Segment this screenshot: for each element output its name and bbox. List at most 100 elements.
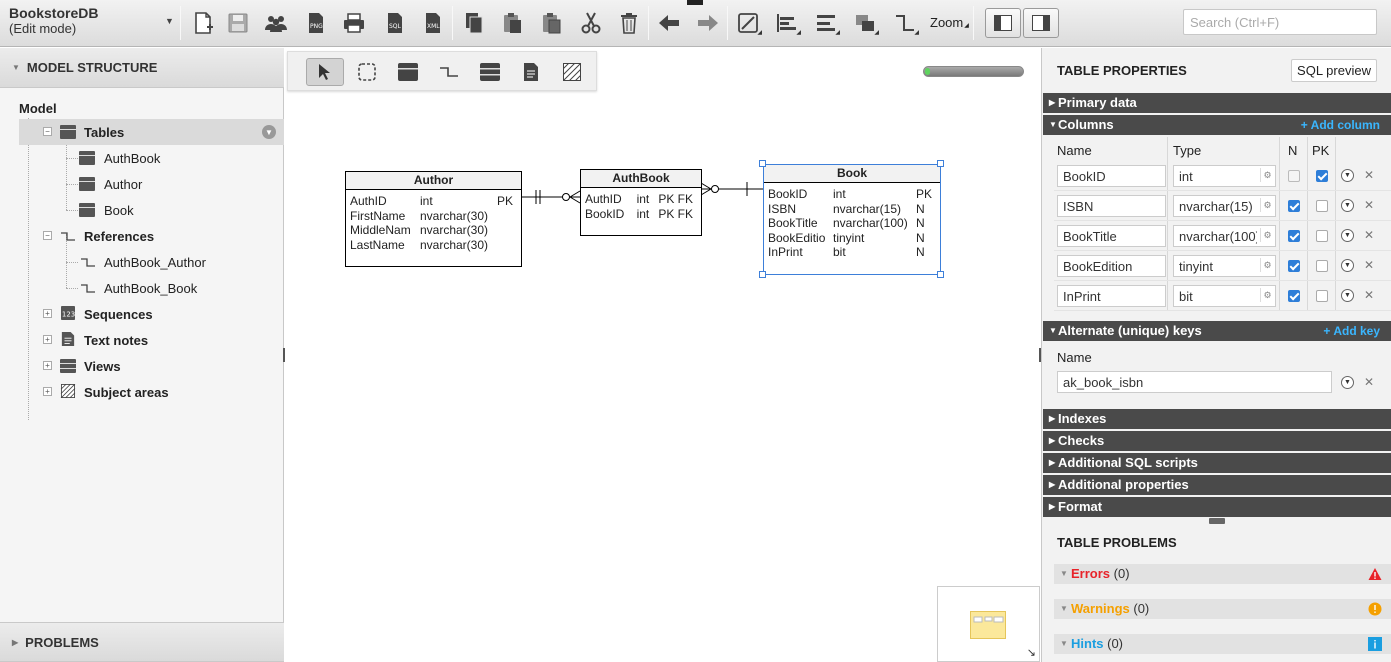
model-structure-header[interactable]: ▼ MODEL STRUCTURE [0,48,284,88]
tree-item-model[interactable]: Model [0,95,284,121]
primary-key-checkbox[interactable] [1316,260,1328,272]
print-icon[interactable] [340,9,368,37]
remove-column-icon[interactable]: ✕ [1364,258,1374,272]
nullable-checkbox[interactable] [1288,290,1300,302]
tree-item-table-book[interactable]: Book [0,197,284,223]
tree-item-table-author[interactable]: Author [0,171,284,197]
png-export-icon[interactable]: PNG [302,9,330,37]
alt-key-menu-chevron-icon[interactable]: ▼ [1341,376,1354,389]
align-icon[interactable]: ◢ [773,9,801,37]
section-primary-data[interactable]: ▶ Primary data [1043,93,1391,113]
resize-handle-sw[interactable] [759,271,766,278]
diagram-canvas[interactable]: Author AuthID int PK FirstName nvarchar(30)… [285,48,1040,662]
redo-arrow-icon[interactable] [694,9,722,37]
column-menu-chevron-icon[interactable]: ▼ [1341,169,1354,182]
model-menu-chevron-icon[interactable]: ▼ [165,16,174,26]
tree-item-references[interactable]: − References [0,223,284,249]
minimap[interactable]: ↘ [937,586,1040,662]
tree-item-views[interactable]: + Views [0,353,284,379]
entity-authbook[interactable]: AuthBook AuthID int PK FK BookID int PK FK [580,169,702,236]
remove-column-icon[interactable]: ✕ [1364,198,1374,212]
delete-icon[interactable] [615,9,643,37]
add-column-link[interactable]: + Add column [1301,115,1380,135]
column-name-input[interactable] [1057,255,1166,277]
users-icon[interactable] [262,9,290,37]
nullable-checkbox[interactable] [1288,260,1300,272]
section-format[interactable]: ▶ Format [1043,497,1391,517]
resize-handle-ne[interactable] [937,160,944,167]
tree-item-subject-areas[interactable]: + Subject areas [0,379,284,405]
remove-column-icon[interactable]: ✕ [1364,168,1374,182]
column-menu-chevron-icon[interactable]: ▼ [1341,259,1354,272]
entity-book[interactable]: Book BookID int PK ISBN nvarchar(15) N BookT… [763,164,941,275]
paste-special-icon[interactable] [537,9,565,37]
section-additional-properties[interactable]: ▶ Additional properties [1043,475,1391,495]
expand-icon[interactable]: + [43,309,52,318]
type-settings-gear-icon[interactable]: ⚙ [1260,168,1274,182]
minimap-resize-arrow-icon[interactable]: ↘ [1027,646,1036,659]
nullable-checkbox[interactable] [1288,170,1300,182]
expand-icon[interactable]: + [43,361,52,370]
paste-icon[interactable] [498,9,526,37]
primary-key-checkbox[interactable] [1316,200,1328,212]
zoom-button[interactable]: Zoom◢ [930,15,969,30]
distribute-icon[interactable]: ◢ [812,9,840,37]
type-settings-gear-icon[interactable]: ⚙ [1260,198,1274,212]
tree-item-text-notes[interactable]: + Text notes [0,327,284,353]
section-columns[interactable]: ▼ Columns + Add column [1043,115,1391,135]
undo-arrow-icon[interactable] [655,9,683,37]
add-key-link[interactable]: + Add key [1323,321,1380,341]
sql-export-icon[interactable]: SQL [381,9,409,37]
column-name-input[interactable] [1057,225,1166,247]
remove-column-icon[interactable]: ✕ [1364,228,1374,242]
problems-hints-row[interactable]: ▼ Hints (0) [1054,634,1391,654]
primary-key-checkbox[interactable] [1316,230,1328,242]
section-indexes[interactable]: ▶ Indexes [1043,409,1391,429]
edit-line-icon[interactable]: ◢ [734,9,762,37]
collapse-icon[interactable]: − [43,231,52,240]
section-additional-sql[interactable]: ▶ Additional SQL scripts [1043,453,1391,473]
column-name-input[interactable] [1057,285,1166,307]
tree-item-reference-authbook-book[interactable]: AuthBook_Book [0,275,284,301]
column-menu-chevron-icon[interactable]: ▼ [1341,199,1354,212]
column-name-input[interactable] [1057,195,1166,217]
remove-alt-key-icon[interactable]: ✕ [1364,375,1374,389]
arrange-icon[interactable]: ◢ [851,9,879,37]
collapse-icon[interactable]: − [43,127,52,136]
primary-key-checkbox[interactable] [1316,170,1328,182]
xml-export-icon[interactable]: XML [419,9,447,37]
type-settings-gear-icon[interactable]: ⚙ [1260,228,1274,242]
copy-icon[interactable] [460,9,488,37]
column-menu-chevron-icon[interactable]: ▼ [1341,289,1354,302]
search-input[interactable] [1183,9,1377,35]
nullable-checkbox[interactable] [1288,200,1300,212]
minimap-viewport[interactable] [970,611,1006,639]
type-settings-gear-icon[interactable]: ⚙ [1260,288,1274,302]
save-icon[interactable] [224,9,252,37]
section-checks[interactable]: ▶ Checks [1043,431,1391,451]
tree-item-sequences[interactable]: + 123 Sequences [0,301,284,327]
expand-icon[interactable]: + [43,387,52,396]
alt-key-name-input[interactable] [1057,371,1332,393]
layout-left-button[interactable] [985,8,1021,38]
tree-item-table-authbook[interactable]: AuthBook [0,145,284,171]
primary-key-checkbox[interactable] [1316,290,1328,302]
column-menu-chevron-icon[interactable]: ▼ [1341,229,1354,242]
panel-splitter-handle[interactable] [1209,518,1225,524]
section-alternate-keys[interactable]: ▼ Alternate (unique) keys + Add key [1043,321,1391,341]
entity-author[interactable]: Author AuthID int PK FirstName nvarchar(30)… [345,171,522,267]
tree-item-reference-authbook-author[interactable]: AuthBook_Author [0,249,284,275]
problems-header[interactable]: ▶ PROBLEMS [0,622,284,662]
connector-icon[interactable]: ◢ [891,9,919,37]
tables-menu-chevron-icon[interactable]: ▼ [262,125,276,139]
type-settings-gear-icon[interactable]: ⚙ [1260,258,1274,272]
problems-errors-row[interactable]: ▼ Errors (0) [1054,564,1391,584]
new-document-icon[interactable] [189,9,217,37]
cut-icon[interactable] [577,9,605,37]
tree-item-tables[interactable]: − Tables ▼ [19,119,284,145]
layout-right-button[interactable] [1023,8,1059,38]
expand-icon[interactable]: + [43,335,52,344]
remove-column-icon[interactable]: ✕ [1364,288,1374,302]
column-name-input[interactable] [1057,165,1166,187]
resize-handle-se[interactable] [937,271,944,278]
